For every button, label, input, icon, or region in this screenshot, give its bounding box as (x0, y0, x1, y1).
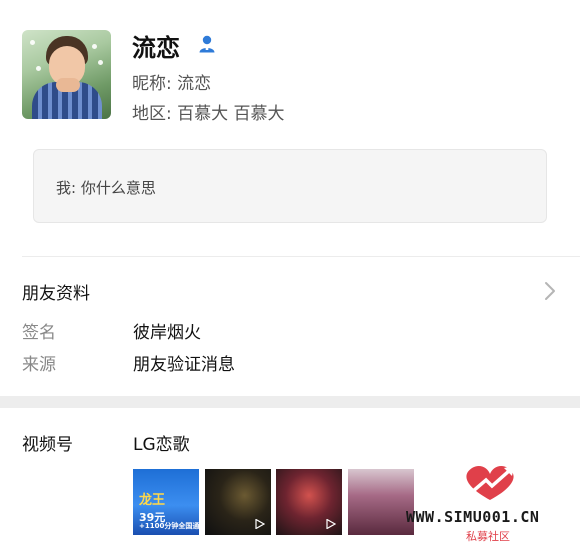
channel-thumbnail[interactable] (276, 469, 342, 535)
avatar-dandelion-seed (98, 60, 103, 65)
avatar-dandelion-seed (30, 40, 35, 45)
thumbnail-title: 龙王 (139, 493, 166, 508)
profile-name: 流恋 (132, 34, 180, 62)
play-icon (255, 519, 265, 529)
channel-thumbnail[interactable]: 龙王 39元 +1100分钟全国通话 (133, 469, 199, 535)
channels-label: 视频号 (22, 435, 73, 455)
verification-message-box: 我: 你什么意思 (33, 149, 547, 223)
source-label: 来源 (22, 355, 56, 375)
signature-value: 彼岸烟火 (133, 323, 201, 343)
channels-name[interactable]: LG恋歌 (133, 430, 190, 455)
watermark: WWW.SIMU001.CN 私募社区 (400, 462, 580, 547)
avatar-dandelion-seed (92, 44, 97, 49)
avatar-dandelion-seed (36, 66, 41, 71)
channel-thumbnail[interactable] (205, 469, 271, 535)
play-icon (326, 519, 336, 529)
profile-region: 地区: 百慕大 百慕大 (132, 104, 285, 124)
contact-person-icon (199, 35, 215, 53)
signature-label: 签名 (22, 323, 56, 343)
watermark-logo-icon (466, 465, 514, 500)
profile-nickname: 昵称: 流恋 (132, 74, 212, 94)
chevron-right-icon (545, 282, 555, 300)
friend-info-title: 朋友资料 (22, 284, 90, 304)
source-value: 朋友验证消息 (133, 355, 235, 375)
profile-header: 流恋 昵称: 流恋 地区: 百慕大 百慕大 (0, 0, 580, 140)
watermark-caption: 私募社区 (466, 530, 510, 543)
friend-info-row[interactable]: 朋友资料 (0, 270, 580, 312)
avatar-hands (56, 78, 80, 92)
avatar[interactable] (22, 30, 111, 119)
verification-message-text: 我: 你什么意思 (56, 179, 156, 197)
watermark-url: WWW.SIMU001.CN (406, 508, 540, 526)
section-divider (22, 256, 580, 257)
section-separator-band (0, 396, 580, 408)
thumbnail-caption: +1100分钟全国通话 (139, 522, 199, 530)
